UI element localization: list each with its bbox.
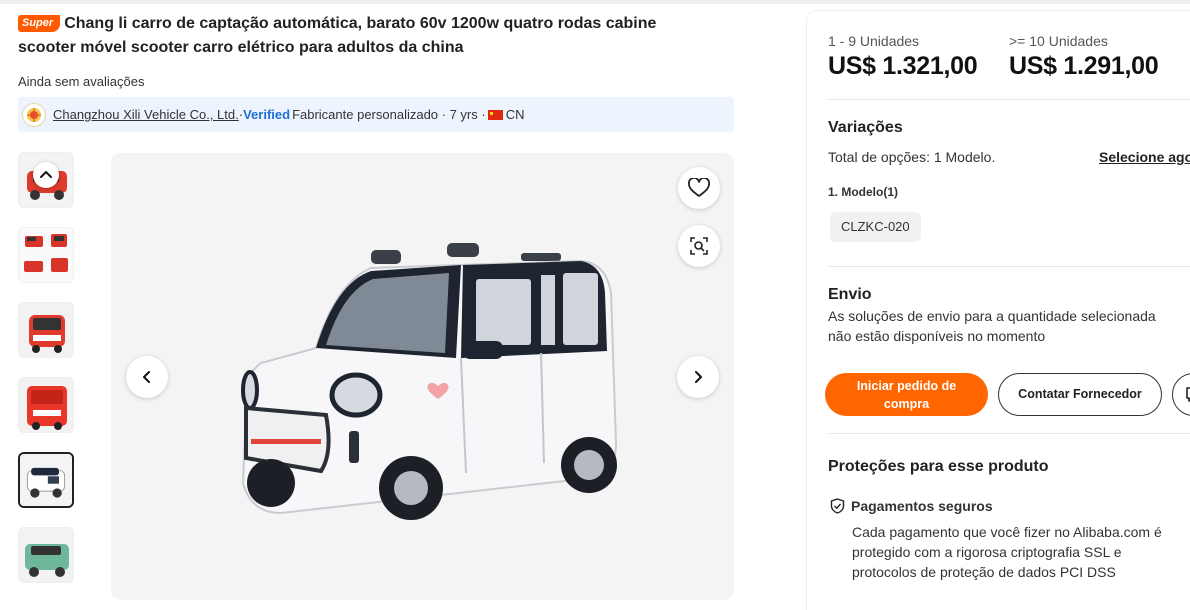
chevron-right-icon: [695, 371, 702, 383]
price-tier-1: 1 - 9 Unidades US$ 1.321,00: [828, 33, 978, 81]
variations-total: Total de opções: 1 Modelo.: [828, 149, 996, 165]
payment-line-3: protocolos de proteção de dados PCI DSS: [852, 564, 1116, 580]
shipping-line-2: não estão disponíveis no momento: [828, 328, 1046, 344]
product-image: [241, 243, 618, 520]
reviews-status[interactable]: Ainda sem avaliações: [18, 74, 144, 89]
chat-button[interactable]: [1172, 373, 1190, 416]
china-flag-icon: [487, 109, 503, 120]
product-title-text: Chang li carro de captação automática, b…: [18, 15, 657, 56]
model-label: 1. Modelo(1): [828, 185, 899, 199]
tier-qty: 1 - 9 Unidades: [828, 33, 920, 49]
thumbnail-list: [18, 152, 76, 602]
super-badge: Super: [18, 15, 61, 32]
payment-line-1: Cada pagamento que você fizer no Alibaba…: [852, 524, 1162, 540]
verified-rest: erified: [251, 107, 291, 122]
supplier-name-link[interactable]: Changzhou Xili Vehicle Co., Ltd.: [53, 107, 239, 122]
model-option-chip[interactable]: CLZKC-020: [830, 212, 921, 242]
divider: [828, 99, 1190, 100]
tier-qty: >= 10 Unidades: [1009, 33, 1108, 49]
previous-image-button[interactable]: [126, 356, 168, 398]
secure-payments-title: Pagamentos seguros: [851, 498, 993, 514]
image-search-icon: [690, 237, 708, 255]
thumbnail-5-selected[interactable]: [18, 452, 74, 508]
select-now-link[interactable]: Selecione agora: [1099, 147, 1190, 167]
supplier-bar: Changzhou Xili Vehicle Co., Ltd. · Verif…: [18, 97, 734, 132]
purchase-panel: 1 - 9 Unidades US$ 1.321,00 >= 10 Unidad…: [806, 10, 1190, 610]
verified-v: V: [243, 107, 252, 122]
next-image-button[interactable]: [677, 356, 719, 398]
thumbnail-3[interactable]: [18, 302, 74, 358]
thumbnail-6[interactable]: [18, 527, 74, 583]
tier-price: US$ 1.321,00: [828, 52, 978, 80]
thumbnail-4[interactable]: [18, 377, 74, 433]
heart-icon: [688, 178, 710, 197]
image-search-button[interactable]: [678, 225, 720, 267]
shipping-line-1: As soluções de envio para a quantidade s…: [828, 308, 1156, 324]
thumbnail-2[interactable]: [18, 227, 74, 283]
supplier-type: Fabricante personalizado · 7 yrs ·: [292, 107, 486, 122]
supplier-country: CN: [505, 107, 525, 122]
divider: [828, 433, 1190, 434]
chat-icon: [1186, 387, 1190, 402]
shipping-title: Envio: [828, 286, 872, 303]
main-image-gallery[interactable]: [111, 153, 734, 600]
shield-check-icon: [830, 498, 845, 514]
top-border: [0, 0, 1190, 4]
thumbnails-scroll-up-button[interactable]: [33, 162, 59, 188]
chevron-up-icon: [40, 171, 52, 178]
divider: [828, 266, 1190, 267]
favorite-button[interactable]: [678, 167, 720, 209]
payment-line-2: protegido com a rigorosa criptografia SS…: [852, 544, 1122, 560]
price-tier-2: >= 10 Unidades US$ 1.291,00: [1009, 33, 1159, 81]
variations-title: Variações: [828, 119, 903, 136]
supplier-logo[interactable]: [22, 102, 46, 127]
protections-title: Proteções para esse produto: [828, 458, 1049, 475]
contact-supplier-button[interactable]: Contatar Fornecedor: [998, 373, 1162, 416]
tier-price: US$ 1.291,00: [1009, 52, 1159, 80]
start-order-button[interactable]: Iniciar pedido de compra: [825, 373, 988, 416]
chevron-left-icon: [143, 371, 150, 383]
verified-badge[interactable]: Verified: [243, 107, 290, 122]
product-title: Super Chang li carro de captação automáti…: [18, 12, 708, 60]
